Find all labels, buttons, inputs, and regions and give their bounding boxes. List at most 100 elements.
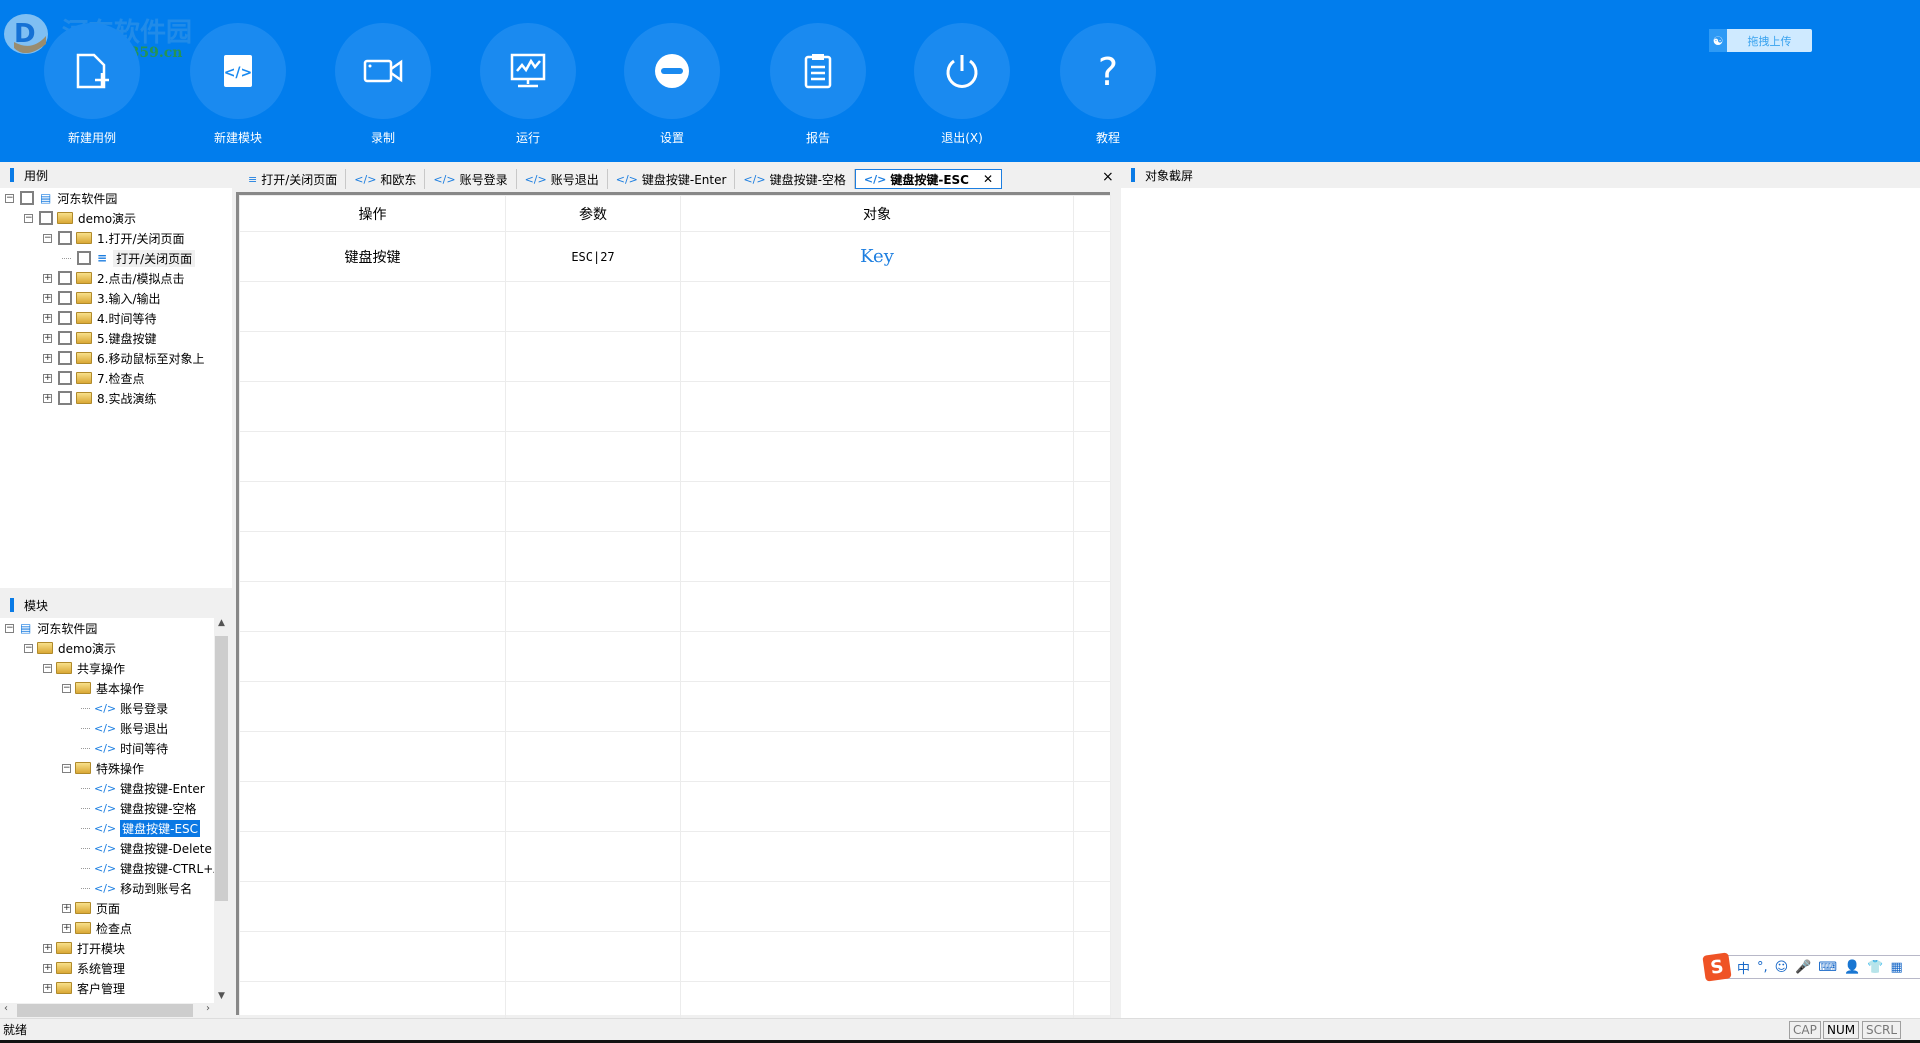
table-cell[interactable]	[1073, 931, 1111, 982]
table-cell[interactable]	[1073, 381, 1111, 432]
expand-toggle[interactable]: +	[43, 293, 52, 303]
table-row[interactable]	[239, 731, 1111, 782]
checkbox[interactable]	[58, 371, 72, 385]
table-cell[interactable]	[1073, 531, 1111, 582]
tree-item[interactable]: </> 账号退出	[81, 718, 168, 738]
expand-toggle[interactable]: +	[43, 333, 52, 343]
case-tree[interactable]: − ▤ 河东软件园 − demo演示 −1.打开/关闭页面 ≡ 打开/关闭页面 +2.点击/模拟…	[0, 188, 232, 588]
toolbar-button-4[interactable]: 设置	[622, 23, 722, 146]
tree-item[interactable]: +2.点击/模拟点击	[43, 268, 185, 288]
tree-item[interactable]: − 基本操作	[62, 678, 144, 698]
tab-6[interactable]: </> 键盘按键-ESC ✕	[854, 169, 1003, 189]
ime-item[interactable]: ☺	[1775, 960, 1789, 975]
toolbar-button-2[interactable]: 录制	[333, 23, 433, 146]
module-tree[interactable]: − ▤ 河东软件园 − demo演示 − 共享操作 − 基本操作 </> 账号登录 </> 账号退出 </…	[0, 618, 214, 1003]
table-cell[interactable]	[680, 281, 1074, 332]
tree-item[interactable]: − 共享操作	[43, 658, 125, 678]
table-cell[interactable]: Key	[680, 231, 1074, 282]
tree-item[interactable]: +3.输入/输出	[43, 288, 161, 308]
table-cell[interactable]	[680, 431, 1074, 482]
table-cell[interactable]	[680, 881, 1074, 932]
table-cell[interactable]	[680, 531, 1074, 582]
tree-item[interactable]: − demo演示	[24, 208, 136, 228]
sogou-ime-toolbar[interactable]: S 中 °, ☺ 🎤 ⌨ 👤 👕 ▦	[1702, 952, 1920, 982]
table-cell[interactable]	[239, 781, 506, 832]
table-cell[interactable]	[680, 831, 1074, 882]
expand-toggle[interactable]: +	[43, 353, 52, 363]
table-cell[interactable]	[239, 631, 506, 682]
tree-item[interactable]: + 页面	[62, 898, 120, 918]
ime-item[interactable]: ⌨	[1818, 960, 1837, 975]
table-cell[interactable]	[680, 631, 1074, 682]
expand-toggle[interactable]: +	[43, 313, 52, 323]
table-cell[interactable]	[680, 581, 1074, 632]
tree-item[interactable]: + 系统管理	[43, 958, 125, 978]
tree-item[interactable]: − 特殊操作	[62, 758, 144, 778]
table-cell[interactable]	[505, 581, 681, 632]
tab-5[interactable]: </> 键盘按键-空格	[735, 169, 855, 189]
drag-upload-button[interactable]: ☯ 拖拽上传	[1709, 29, 1812, 52]
tree-item[interactable]: </> 键盘按键-CTRL+A	[81, 858, 214, 878]
table-row[interactable]	[239, 331, 1111, 382]
table-cell[interactable]	[680, 381, 1074, 432]
table-row[interactable]	[239, 581, 1111, 632]
table-cell[interactable]	[680, 481, 1074, 532]
toolbar-button-1[interactable]: </> 新建模块	[188, 23, 288, 146]
tree-item[interactable]: </> 时间等待	[81, 738, 168, 758]
collapse-toggle[interactable]: −	[43, 233, 52, 243]
table-row[interactable]	[239, 681, 1111, 732]
toolbar-button-7[interactable]: ? 教程	[1058, 23, 1158, 146]
tree-item[interactable]: +4.时间等待	[43, 308, 156, 328]
table-cell[interactable]	[505, 631, 681, 682]
table-cell[interactable]	[1073, 731, 1111, 782]
column-header-object[interactable]: 对象	[680, 195, 1074, 232]
toolbar-button-3[interactable]: 运行	[478, 23, 578, 146]
table-cell[interactable]	[239, 281, 506, 332]
checkbox[interactable]	[58, 331, 72, 345]
ime-item[interactable]: 👤	[1844, 960, 1860, 975]
table-cell[interactable]: ESC|27	[505, 231, 681, 282]
collapse-toggle[interactable]: −	[5, 623, 14, 633]
tree-item[interactable]: </> 移动到账号名	[81, 878, 192, 898]
table-cell[interactable]	[1073, 481, 1111, 532]
table-cell[interactable]	[505, 931, 681, 982]
tab-0[interactable]: ≡ 打开/关闭页面	[240, 169, 347, 189]
table-cell[interactable]	[1073, 631, 1111, 682]
ime-item[interactable]: ▦	[1891, 960, 1903, 975]
tree-item[interactable]: +6.移动鼠标至对象上	[43, 348, 204, 368]
close-all-tabs-button[interactable]: ×	[1102, 169, 1114, 185]
table-cell[interactable]: 键盘按键	[239, 231, 506, 282]
table-row[interactable]	[239, 781, 1111, 832]
tree-item[interactable]: − ▤ 河东软件园	[5, 618, 97, 638]
table-cell[interactable]	[239, 531, 506, 582]
tree-item[interactable]: </> 键盘按键-Enter	[81, 778, 205, 798]
table-cell[interactable]	[505, 881, 681, 932]
table-cell[interactable]	[680, 931, 1074, 982]
table-cell[interactable]	[505, 531, 681, 582]
table-cell[interactable]	[1073, 681, 1111, 732]
tree-item[interactable]: + 客户管理	[43, 978, 125, 998]
table-row[interactable]	[239, 881, 1111, 932]
tree-item[interactable]: </> 键盘按键-空格	[81, 798, 196, 818]
table-cell[interactable]	[239, 731, 506, 782]
table-cell[interactable]	[505, 281, 681, 332]
tab-2[interactable]: </> 账号登录	[425, 169, 517, 189]
table-cell[interactable]	[1073, 331, 1111, 382]
table-cell[interactable]	[1073, 431, 1111, 482]
table-row[interactable]	[239, 631, 1111, 682]
table-row[interactable]	[239, 931, 1111, 982]
collapse-toggle[interactable]: −	[62, 763, 71, 773]
tree-item[interactable]: </> 键盘按键-ESC	[81, 818, 201, 838]
table-cell[interactable]	[505, 831, 681, 882]
tree-item[interactable]: + 打开模块	[43, 938, 125, 958]
tab-4[interactable]: </> 键盘按键-Enter	[608, 169, 736, 189]
table-cell[interactable]	[239, 681, 506, 732]
tree-item[interactable]: + 检查点	[62, 918, 132, 938]
table-cell[interactable]	[1073, 881, 1111, 932]
tree-item[interactable]: +8.实战演练	[43, 388, 156, 408]
table-row[interactable]	[239, 531, 1111, 582]
table-cell[interactable]	[505, 381, 681, 432]
table-row[interactable]	[239, 281, 1111, 332]
table-cell[interactable]	[239, 381, 506, 432]
checkbox[interactable]	[58, 351, 72, 365]
